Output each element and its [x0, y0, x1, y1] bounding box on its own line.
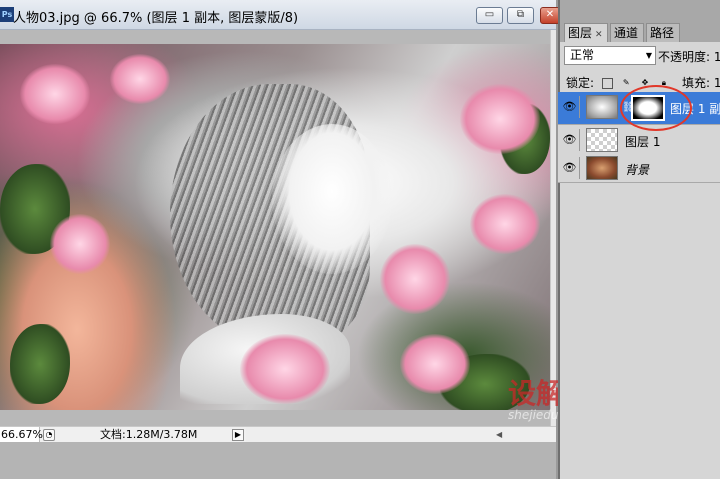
- opacity-label[interactable]: 不透明度: 1: [658, 48, 720, 65]
- layer-row[interactable]: 👁︎ 背景: [558, 153, 720, 183]
- layers-panel: 图层 ✕ 通道 路径 正常 ▼ 不透明度: 1 锁定: ✎ ✥ 🔒︎ 填充: 1: [558, 0, 720, 479]
- status-menu-arrow-icon[interactable]: ▶: [232, 429, 244, 441]
- layer-name[interactable]: 图层 1: [625, 133, 660, 150]
- eye-icon[interactable]: 👁︎: [560, 157, 580, 179]
- flower: [20, 64, 90, 124]
- workspace-background: [0, 442, 556, 479]
- tab-layers[interactable]: 图层 ✕: [564, 23, 608, 42]
- document-size: 文档:1.28M/3.78M: [100, 428, 198, 441]
- panel-tab-bar: 图层 ✕ 通道 路径: [560, 0, 720, 42]
- zoom-field[interactable]: 66.67%: [0, 427, 43, 442]
- horizontal-scrollbar[interactable]: ◀: [246, 426, 550, 442]
- flower: [400, 334, 470, 394]
- flower: [240, 334, 330, 404]
- lock-transparency-icon[interactable]: [601, 78, 613, 89]
- vertical-scrollbar[interactable]: [550, 30, 556, 426]
- tab-channels[interactable]: 通道: [610, 23, 644, 42]
- flower: [110, 54, 170, 104]
- lock-label: 锁定:: [566, 76, 595, 90]
- flower: [460, 84, 540, 154]
- layer-thumbnail[interactable]: [586, 95, 618, 119]
- fill-label[interactable]: 填充: 1: [682, 74, 720, 91]
- layer-row[interactable]: 👁︎ 图层 1: [558, 125, 720, 155]
- layer-thumbnail[interactable]: [586, 156, 618, 180]
- image-canvas[interactable]: [0, 44, 550, 410]
- close-icon[interactable]: ✕: [595, 30, 603, 40]
- flower: [470, 194, 540, 254]
- tab-label: 图层: [568, 26, 593, 40]
- lock-pixels-icon[interactable]: ✎: [621, 78, 632, 89]
- foliage: [10, 324, 70, 404]
- scroll-left-arrow-icon[interactable]: ◀: [496, 427, 502, 442]
- photoshop-icon: Ps: [0, 7, 14, 22]
- chevron-down-icon: ▼: [645, 51, 652, 60]
- flower: [50, 214, 110, 274]
- annotation-ellipse: [620, 85, 692, 131]
- layer-name[interactable]: 背景: [625, 161, 649, 178]
- minimize-button[interactable]: ▭: [476, 7, 503, 24]
- layer-thumbnail[interactable]: [586, 128, 618, 152]
- eye-icon[interactable]: 👁︎: [560, 129, 580, 151]
- document-window: Ps 人物03.jpg @ 66.7% (图层 1 副本, 图层蒙版/8) ▭ …: [0, 0, 592, 479]
- maximize-button[interactable]: ⧉: [507, 7, 534, 24]
- document-title: 人物03.jpg @ 66.7% (图层 1 副本, 图层蒙版/8): [13, 11, 299, 26]
- tab-paths[interactable]: 路径: [646, 23, 680, 42]
- flower: [380, 244, 450, 314]
- title-bar[interactable]: Ps 人物03.jpg @ 66.7% (图层 1 副本, 图层蒙版/8) ▭ …: [0, 0, 560, 30]
- eye-icon[interactable]: 👁︎: [560, 96, 580, 118]
- status-info-icon[interactable]: ◔: [43, 429, 55, 441]
- blend-mode-value: 正常: [570, 48, 595, 62]
- face-sketch: [272, 124, 392, 274]
- close-button[interactable]: ✕: [540, 7, 560, 24]
- blend-mode-select[interactable]: 正常 ▼: [564, 46, 656, 65]
